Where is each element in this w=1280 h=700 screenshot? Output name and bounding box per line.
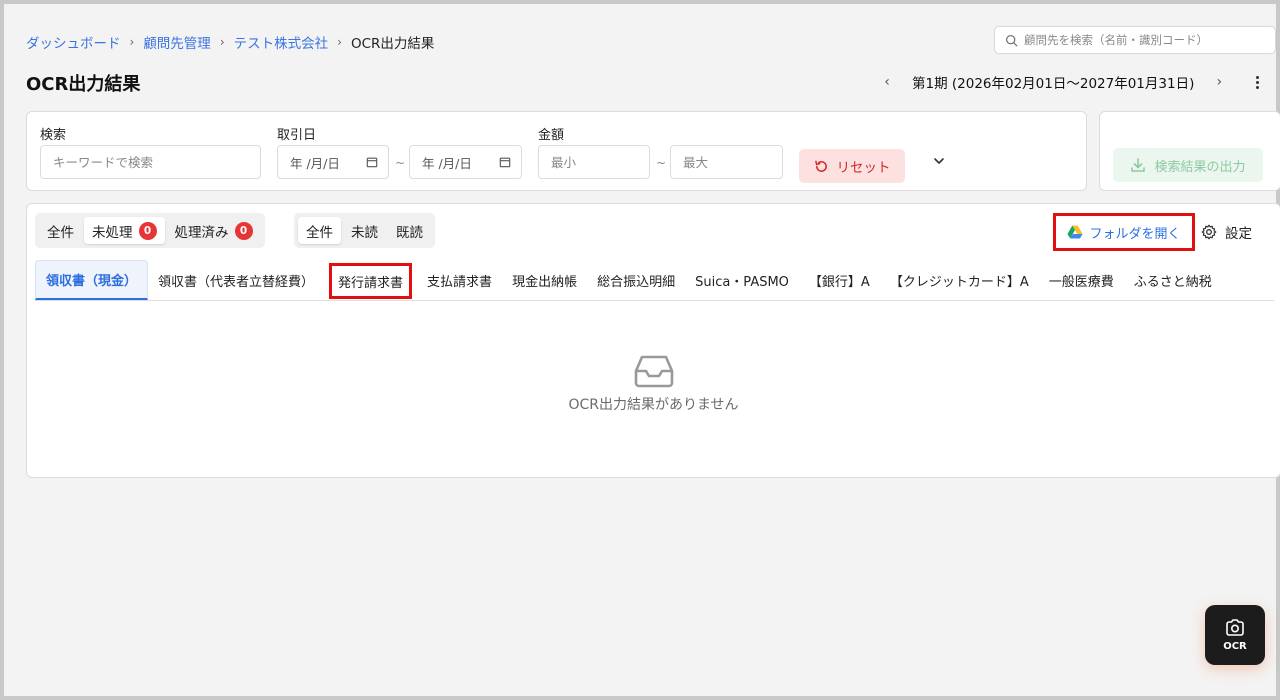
- tab-furusato-tax[interactable]: ふるさと納税: [1124, 260, 1222, 300]
- ocr-capture-button[interactable]: OCR: [1205, 605, 1265, 665]
- amount-max-input[interactable]: [683, 154, 782, 170]
- google-drive-icon: [1067, 225, 1083, 239]
- breadcrumb: ダッシュボード › 顧問先管理 › テスト株式会社 › OCR出力結果: [26, 32, 434, 52]
- search-icon: [1005, 34, 1018, 46]
- tab-bank-a[interactable]: 【銀行】A: [799, 260, 880, 300]
- breadcrumb-company[interactable]: テスト株式会社: [234, 32, 329, 52]
- period-label: 第1期 (2026年02月01日〜2027年01月31日): [912, 76, 1195, 92]
- reset-label: リセット: [836, 160, 891, 176]
- tab-credit-card-a[interactable]: 【クレジットカード】A: [880, 260, 1039, 300]
- date-range-separator: ~: [395, 156, 406, 170]
- chevron-right-icon: ›: [129, 35, 135, 49]
- chevron-left-icon[interactable]: ‹: [880, 74, 894, 90]
- keyword-label: 検索: [40, 128, 67, 143]
- read-filter: 全件 未読 既読: [294, 213, 435, 248]
- status-processed-label: 処理済み: [174, 224, 229, 241]
- gear-icon: [1201, 224, 1217, 240]
- tab-issued-invoice[interactable]: 発行請求書: [328, 262, 413, 300]
- export-panel: 検索結果の出力: [1099, 111, 1280, 191]
- reset-button[interactable]: リセット: [799, 149, 905, 183]
- tab-payment-invoice[interactable]: 支払請求書: [417, 260, 502, 300]
- open-folder-button[interactable]: フォルダを開く: [1053, 213, 1195, 251]
- status-unprocessed-label: 未処理: [92, 224, 133, 241]
- more-menu-icon[interactable]: [1250, 72, 1264, 92]
- period-selector: ‹ 第1期 (2026年02月01日〜2027年01月31日) ›: [880, 72, 1226, 92]
- tab-transfer-statement[interactable]: 総合振込明細: [587, 260, 685, 300]
- tab-cash-receipt[interactable]: 領収書（現金）: [35, 260, 149, 300]
- tab-suica-pasmo[interactable]: Suica・PASMO: [685, 260, 799, 300]
- status-unprocessed[interactable]: 未処理 0: [84, 217, 165, 244]
- amount-label: 金額: [538, 128, 565, 143]
- chevron-right-icon: ›: [219, 35, 225, 49]
- results-panel: 全件 未処理 0 処理済み 0 全件 未読 既読 フォルダを開く 設定 領収書（…: [26, 203, 1280, 478]
- tab-cash-book[interactable]: 現金出納帳: [502, 260, 587, 300]
- filter-panel: 検索 取引日 年 /月/日 ~ 年 /月/日 金額 ~: [26, 111, 1087, 191]
- status-filter: 全件 未処理 0 処理済み 0: [35, 213, 265, 248]
- amount-range-separator: ~: [656, 156, 667, 170]
- reset-icon: [814, 160, 827, 172]
- read-all[interactable]: 全件: [298, 217, 341, 244]
- calendar-icon[interactable]: [499, 156, 511, 168]
- amount-min-input[interactable]: [551, 154, 649, 170]
- date-label: 取引日: [277, 128, 317, 143]
- unprocessed-count-badge: 0: [138, 221, 157, 240]
- settings-button[interactable]: 設定: [1201, 221, 1252, 243]
- breadcrumb-current: OCR出力結果: [350, 36, 435, 52]
- empty-state: OCR出力結果がありません: [27, 354, 1280, 414]
- breadcrumb-dashboard[interactable]: ダッシュボード: [26, 32, 121, 52]
- read-read[interactable]: 既読: [388, 217, 431, 244]
- tab-expense-receipt[interactable]: 領収書（代表者立替経費）: [148, 260, 324, 300]
- export-results-button[interactable]: 検索結果の出力: [1113, 148, 1263, 182]
- settings-label: 設定: [1225, 226, 1252, 242]
- chevron-down-icon[interactable]: [932, 154, 946, 168]
- ocr-label: OCR: [1223, 640, 1247, 652]
- status-all[interactable]: 全件: [39, 217, 82, 244]
- download-icon: [1131, 158, 1146, 172]
- chevron-right-icon: ›: [337, 35, 342, 49]
- app-root: ダッシュボード › 顧問先管理 › テスト株式会社 › OCR出力結果 OCR出…: [4, 4, 1280, 696]
- status-all-label: 全件: [47, 224, 74, 241]
- client-search-input[interactable]: [1024, 33, 1264, 47]
- breadcrumb-clients[interactable]: 顧問先管理: [143, 32, 211, 52]
- amount-max-field[interactable]: [670, 145, 783, 179]
- document-type-tabs: 領収書（現金） 領収書（代表者立替経費） 発行請求書 支払請求書 現金出納帳 総…: [35, 260, 1274, 301]
- export-label: 検索結果の出力: [1154, 159, 1246, 175]
- chevron-right-icon[interactable]: ›: [1212, 74, 1226, 90]
- camera-icon: [1226, 618, 1244, 636]
- date-to-field[interactable]: 年 /月/日: [409, 145, 522, 179]
- client-search-box[interactable]: [994, 26, 1276, 54]
- calendar-icon[interactable]: [366, 156, 378, 168]
- inbox-icon: [634, 355, 673, 388]
- tab-medical-expenses[interactable]: 一般医療費: [1039, 260, 1124, 300]
- date-from-field[interactable]: 年 /月/日: [277, 145, 389, 179]
- processed-count-badge: 0: [234, 221, 253, 240]
- empty-message: OCR出力結果がありません: [568, 397, 739, 413]
- status-processed[interactable]: 処理済み 0: [167, 217, 261, 244]
- open-folder-label: フォルダを開く: [1089, 226, 1181, 242]
- date-from-value: 年 /月/日: [290, 155, 340, 171]
- page-title: OCR出力結果: [26, 74, 141, 95]
- keyword-field[interactable]: [40, 145, 261, 179]
- read-unread[interactable]: 未読: [343, 217, 386, 244]
- date-to-value: 年 /月/日: [422, 155, 472, 171]
- keyword-input[interactable]: [53, 154, 260, 170]
- amount-min-field[interactable]: [538, 145, 650, 179]
